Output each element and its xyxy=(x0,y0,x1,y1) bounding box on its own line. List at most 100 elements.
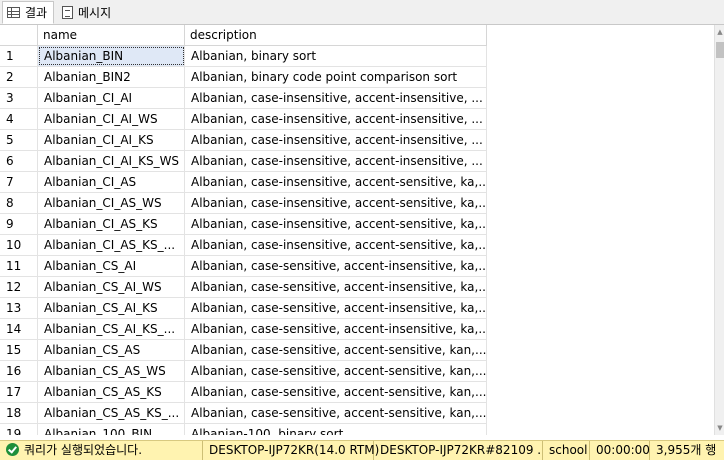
name-cell[interactable]: Albanian_CS_AS xyxy=(38,340,185,360)
row-number-cell[interactable]: 5 xyxy=(0,130,38,150)
name-cell[interactable]: Albanian_CI_AS_KS xyxy=(38,214,185,234)
description-cell[interactable]: Albanian, case-sensitive, accent-insensi… xyxy=(185,298,487,318)
description-cell[interactable]: Albanian, case-insensitive, accent-sensi… xyxy=(185,193,487,213)
description-cell[interactable]: Albanian, case-sensitive, accent-insensi… xyxy=(185,277,487,297)
name-cell[interactable]: Albanian_CS_AS_KS xyxy=(38,382,185,402)
row-number-header[interactable] xyxy=(0,25,38,45)
grid-rows: 1 Albanian_BIN Albanian, binary sort 2 Alban… xyxy=(0,46,487,435)
description-cell[interactable]: Albanian, case-insensitive, accent-insen… xyxy=(185,109,487,129)
grid-icon xyxy=(7,7,20,18)
grid-header: name description xyxy=(0,25,487,46)
tab-results[interactable]: 결과 xyxy=(2,1,55,24)
table-row[interactable]: 5 Albanian_CI_AI_KS Albanian, case-insensi… xyxy=(0,130,487,151)
description-cell[interactable]: Albanian, case-sensitive, accent-sensiti… xyxy=(185,340,487,360)
name-cell[interactable]: Albanian_CI_AI_KS xyxy=(38,130,185,150)
table-row[interactable]: 16 Albanian_CS_AS_WS Albanian, case-sensit… xyxy=(0,361,487,382)
row-number-cell[interactable]: 2 xyxy=(0,67,38,87)
row-number-cell[interactable]: 9 xyxy=(0,214,38,234)
description-cell[interactable]: Albanian, case-insensitive, accent-sensi… xyxy=(185,235,487,255)
table-row[interactable]: 10 Albanian_CI_AS_KS_... Albanian, case-in… xyxy=(0,235,487,256)
description-cell[interactable]: Albanian, case-insensitive, accent-sensi… xyxy=(185,172,487,192)
description-cell[interactable]: Albanian, binary code point comparison s… xyxy=(185,67,487,87)
table-row[interactable]: 6 Albanian_CI_AI_KS_WS Albanian, case-inse… xyxy=(0,151,487,172)
row-number-cell[interactable]: 19 xyxy=(0,424,38,435)
status-bar: 쿼리가 실행되었습니다. DESKTOP-IJP72KR(14.0 RTM) D… xyxy=(0,440,724,460)
name-cell[interactable]: Albanian_CS_AI_WS xyxy=(38,277,185,297)
row-number-cell[interactable]: 16 xyxy=(0,361,38,381)
description-cell[interactable]: Albanian, case-sensitive, accent-sensiti… xyxy=(185,403,487,423)
table-row[interactable]: 18 Albanian_CS_AS_KS_... Albanian, case-se… xyxy=(0,403,487,424)
table-row[interactable]: 8 Albanian_CI_AS_WS Albanian, case-insensi… xyxy=(0,193,487,214)
description-cell[interactable]: Albanian, case-insensitive, accent-insen… xyxy=(185,88,487,108)
table-row[interactable]: 19 Albanian_100_BIN Albanian-100, binary s… xyxy=(0,424,487,435)
row-number-cell[interactable]: 3 xyxy=(0,88,38,108)
table-row[interactable]: 9 Albanian_CI_AS_KS Albanian, case-insensi… xyxy=(0,214,487,235)
row-number-cell[interactable]: 8 xyxy=(0,193,38,213)
table-row[interactable]: 3 Albanian_CI_AI Albanian, case-insensitiv… xyxy=(0,88,487,109)
result-tabs: 결과 메시지 xyxy=(0,0,724,25)
table-row[interactable]: 4 Albanian_CI_AI_WS Albanian, case-insensi… xyxy=(0,109,487,130)
description-cell[interactable]: Albanian, case-sensitive, accent-insensi… xyxy=(185,319,487,339)
column-header-name[interactable]: name xyxy=(38,25,185,45)
check-circle-icon xyxy=(6,442,19,456)
table-row[interactable]: 17 Albanian_CS_AS_KS Albanian, case-sensit… xyxy=(0,382,487,403)
row-number-cell[interactable]: 12 xyxy=(0,277,38,297)
table-row[interactable]: 12 Albanian_CS_AI_WS Albanian, case-sensit… xyxy=(0,277,487,298)
row-number-cell[interactable]: 17 xyxy=(0,382,38,402)
tab-messages-label: 메시지 xyxy=(78,6,112,20)
row-number-cell[interactable]: 15 xyxy=(0,340,38,360)
name-cell[interactable]: Albanian_CI_AS_KS_... xyxy=(38,235,185,255)
table-row[interactable]: 7 Albanian_CI_AS Albanian, case-insensitiv… xyxy=(0,172,487,193)
name-cell[interactable]: Albanian_CI_AS_WS xyxy=(38,193,185,213)
status-server: DESKTOP-IJP72KR(14.0 RTM) xyxy=(203,441,379,460)
status-row-count: 3,955개 행 xyxy=(656,442,717,457)
name-cell[interactable]: Albanian_CS_AI_KS xyxy=(38,298,185,318)
status-message-segment: 쿼리가 실행되었습니다. xyxy=(0,441,203,460)
name-cell[interactable]: Albanian_CS_AI xyxy=(38,256,185,276)
name-cell[interactable]: Albanian_CI_AI_KS_WS xyxy=(38,151,185,171)
name-cell[interactable]: Albanian_CS_AS_WS xyxy=(38,361,185,381)
table-row[interactable]: 13 Albanian_CS_AI_KS Albanian, case-sensit… xyxy=(0,298,487,319)
name-cell[interactable]: Albanian_CI_AS xyxy=(38,172,185,192)
tab-results-label: 결과 xyxy=(25,6,48,20)
status-message: 쿼리가 실행되었습니다. xyxy=(24,442,143,457)
vertical-scrollbar[interactable]: ▲ ▼ xyxy=(714,25,724,435)
row-number-cell[interactable]: 13 xyxy=(0,298,38,318)
name-cell[interactable]: Albanian_CI_AI xyxy=(38,88,185,108)
description-cell[interactable]: Albanian, case-sensitive, accent-sensiti… xyxy=(185,382,487,402)
table-row[interactable]: 14 Albanian_CS_AI_KS_... Albanian, case-se… xyxy=(0,319,487,340)
description-cell[interactable]: Albanian, case-insensitive, accent-sensi… xyxy=(185,214,487,234)
description-cell[interactable]: Albanian, case-sensitive, accent-sensiti… xyxy=(185,361,487,381)
name-cell[interactable]: Albanian_BIN xyxy=(38,46,185,66)
name-cell[interactable]: Albanian_CS_AS_KS_... xyxy=(38,403,185,423)
scroll-down-arrow-icon[interactable]: ▼ xyxy=(716,423,724,433)
row-number-cell[interactable]: 1 xyxy=(0,46,38,66)
status-database: school xyxy=(543,441,590,460)
results-grid[interactable]: name description 1 Albanian_BIN Albanian, … xyxy=(0,25,714,435)
row-number-cell[interactable]: 14 xyxy=(0,319,38,339)
row-number-cell[interactable]: 18 xyxy=(0,403,38,423)
table-row[interactable]: 2 Albanian_BIN2 Albanian, binary code poin… xyxy=(0,67,487,88)
description-cell[interactable]: Albanian-100, binary sort xyxy=(185,424,487,435)
column-header-description[interactable]: description xyxy=(185,25,487,45)
row-number-cell[interactable]: 6 xyxy=(0,151,38,171)
name-cell[interactable]: Albanian_100_BIN xyxy=(38,424,185,435)
row-number-cell[interactable]: 4 xyxy=(0,109,38,129)
description-cell[interactable]: Albanian, case-insensitive, accent-insen… xyxy=(185,151,487,171)
description-cell[interactable]: Albanian, binary sort xyxy=(185,46,487,66)
name-cell[interactable]: Albanian_CI_AI_WS xyxy=(38,109,185,129)
row-number-cell[interactable]: 11 xyxy=(0,256,38,276)
table-row[interactable]: 11 Albanian_CS_AI Albanian, case-sensitive… xyxy=(0,256,487,277)
table-row[interactable]: 15 Albanian_CS_AS Albanian, case-sensitive… xyxy=(0,340,487,361)
description-cell[interactable]: Albanian, case-sensitive, accent-insensi… xyxy=(185,256,487,276)
description-cell[interactable]: Albanian, case-insensitive, accent-insen… xyxy=(185,130,487,150)
name-cell[interactable]: Albanian_BIN2 xyxy=(38,67,185,87)
row-number-cell[interactable]: 10 xyxy=(0,235,38,255)
status-elapsed: 00:00:00 xyxy=(590,441,650,460)
scrollbar-thumb[interactable] xyxy=(716,42,724,58)
scroll-up-arrow-icon[interactable]: ▲ xyxy=(716,27,724,37)
name-cell[interactable]: Albanian_CS_AI_KS_... xyxy=(38,319,185,339)
table-row[interactable]: 1 Albanian_BIN Albanian, binary sort xyxy=(0,46,487,67)
tab-messages[interactable]: 메시지 xyxy=(58,2,117,23)
row-number-cell[interactable]: 7 xyxy=(0,172,38,192)
